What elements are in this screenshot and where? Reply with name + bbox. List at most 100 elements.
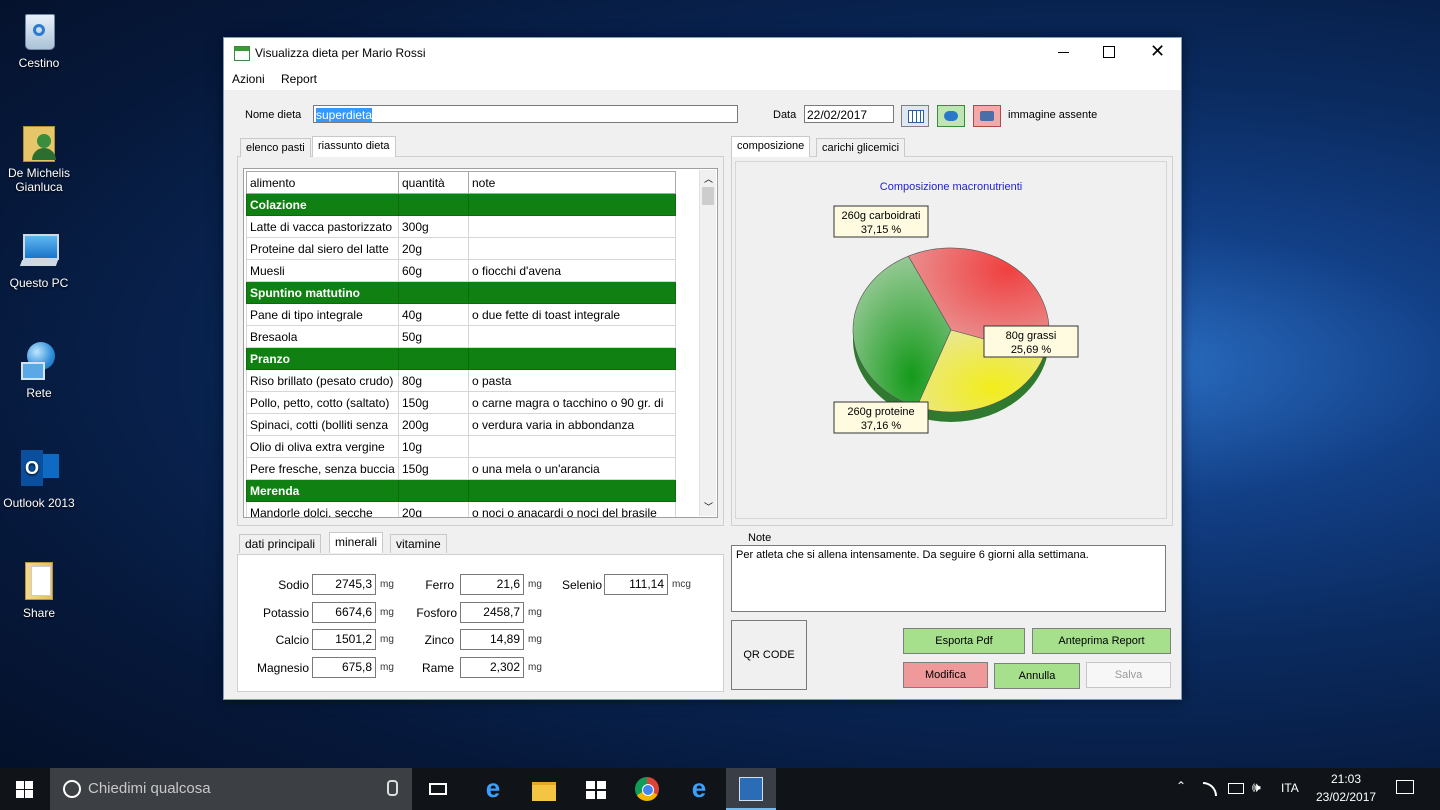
internet-explorer-icon[interactable]: e: [686, 775, 712, 802]
table-row[interactable]: Pere fresche, senza buccia 150g o una mela…: [246, 457, 676, 480]
wifi-icon[interactable]: [1203, 782, 1217, 796]
mineral-value-sodio[interactable]: 2745,3: [312, 574, 376, 595]
table-header-row: alimento quantità note: [246, 171, 676, 194]
desktop-icon-questo-pc[interactable]: Questo PC: [0, 230, 78, 290]
cell-alimento: Pranzo: [246, 347, 399, 370]
store-icon[interactable]: [583, 776, 609, 802]
mineral-value-zinco[interactable]: 14,89: [460, 629, 524, 650]
table-row[interactable]: Pane di tipo integrale 40g o due fette di …: [246, 303, 676, 326]
scroll-down-icon[interactable]: ﹀: [704, 500, 713, 513]
folder-icon: [19, 560, 59, 602]
mineral-label-magnesio: Magnesio: [256, 661, 309, 675]
desktop-icon-cestino[interactable]: Cestino: [0, 10, 78, 70]
table-row[interactable]: Pollo, petto, cotto (saltato) 150g o carne…: [246, 391, 676, 414]
cell-note: o verdura varia in abbondanza: [468, 413, 676, 436]
edge-icon[interactable]: e: [480, 775, 506, 802]
camera-icon: [980, 111, 994, 121]
scroll-up-icon[interactable]: ︿: [704, 172, 713, 185]
meal-group-row[interactable]: Merenda: [246, 479, 676, 502]
close-icon[interactable]: ✕: [1150, 42, 1165, 60]
salva-button[interactable]: Salva: [1086, 662, 1171, 688]
mineral-label-ferro: Ferro: [425, 578, 454, 592]
start-button[interactable]: [0, 768, 48, 810]
mineral-value-potassio[interactable]: 6674,6: [312, 602, 376, 623]
column-header-alimento[interactable]: alimento: [246, 171, 399, 194]
column-header-note[interactable]: note: [468, 171, 676, 194]
desktop-icon-user[interactable]: De Michelis Gianluca: [0, 120, 78, 194]
task-view-icon[interactable]: [427, 776, 453, 802]
tab-dati-principali[interactable]: dati principali: [239, 534, 322, 553]
taskbar-active-app[interactable]: [726, 768, 776, 810]
search-box[interactable]: Chiedimi qualcosa: [50, 768, 412, 810]
data-input[interactable]: 22/02/2017: [804, 105, 894, 123]
tab-minerali[interactable]: minerali: [329, 532, 384, 553]
desktop-icon-rete[interactable]: Rete: [0, 340, 78, 400]
language-indicator[interactable]: ITA: [1281, 781, 1299, 795]
chevron-up-icon[interactable]: ⌃: [1176, 779, 1186, 793]
meal-group-row[interactable]: Colazione: [246, 193, 676, 216]
note-textarea[interactable]: Per atleta che si allena intensamente. D…: [731, 545, 1166, 612]
tab-riassunto-dieta[interactable]: riassunto dieta: [312, 136, 396, 157]
menu-bar: Azioni Report: [224, 68, 1181, 90]
tab-composizione[interactable]: composizione: [731, 136, 811, 157]
file-explorer-icon[interactable]: [531, 776, 557, 802]
table-row[interactable]: Spinaci, cotti (bolliti senza 200g o verdu…: [246, 413, 676, 436]
mineral-label-zinco: Zinco: [424, 633, 454, 647]
cell-alimento: Muesli: [246, 259, 399, 282]
mineral-label-fosforo: Fosforo: [416, 606, 457, 620]
esporta-pdf-button[interactable]: Esporta Pdf: [903, 628, 1025, 654]
image-status: immagine assente: [1008, 109, 1098, 121]
cortana-icon: [63, 780, 81, 798]
volume-icon[interactable]: 🕪: [1252, 779, 1261, 796]
tab-carichi-glicemici[interactable]: carichi glicemici: [816, 138, 906, 157]
table-row[interactable]: Riso brillato (pesato crudo) 80g o pasta: [246, 369, 676, 392]
mineral-value-fosforo[interactable]: 2458,7: [460, 602, 524, 623]
modifica-button[interactable]: Modifica: [903, 662, 988, 688]
annulla-button[interactable]: Annulla: [994, 663, 1080, 689]
meal-group-row[interactable]: Spuntino mattutino: [246, 281, 676, 304]
desktop-icon-share[interactable]: Share: [0, 560, 78, 620]
chart-area: Composizione macronutrienti 260g carboid…: [735, 161, 1167, 519]
column-header-quantita[interactable]: quantità: [398, 171, 469, 194]
nome-dieta-input[interactable]: superdieta: [313, 105, 738, 123]
scroll-thumb[interactable]: [702, 187, 714, 205]
tab-elenco-pasti[interactable]: elenco pasti: [240, 138, 311, 157]
mineral-label-selenio: Selenio: [561, 578, 602, 592]
clock-date[interactable]: 23/02/2017: [1316, 790, 1376, 804]
menu-report[interactable]: Report: [281, 72, 317, 86]
chrome-icon[interactable]: [634, 776, 660, 802]
table-row[interactable]: Bresaola 50g: [246, 325, 676, 348]
upload-image-button[interactable]: [937, 105, 965, 127]
maximize-icon[interactable]: [1103, 46, 1115, 58]
diet-grid[interactable]: alimento quantità note Colazione Latte di…: [243, 168, 718, 518]
cell-quantita: [398, 193, 469, 216]
mineral-value-rame[interactable]: 2,302: [460, 657, 524, 678]
table-row[interactable]: Muesli 60g o fiocchi d'avena: [246, 259, 676, 282]
remove-image-button[interactable]: [973, 105, 1001, 127]
cell-quantita: 60g: [398, 259, 469, 282]
title-bar[interactable]: Visualizza dieta per Mario Rossi ✕: [224, 38, 1181, 68]
tab-vitamine[interactable]: vitamine: [390, 534, 447, 553]
menu-azioni[interactable]: Azioni: [232, 72, 265, 86]
mineral-value-selenio[interactable]: 111,14: [604, 574, 668, 595]
anteprima-report-button[interactable]: Anteprima Report: [1032, 628, 1171, 654]
slice-percent: 37,15 %: [861, 224, 902, 236]
microphone-icon[interactable]: [387, 780, 398, 796]
minimize-icon[interactable]: [1058, 52, 1069, 53]
mineral-value-magnesio[interactable]: 675,8: [312, 657, 376, 678]
clock-time[interactable]: 21:03: [1331, 772, 1361, 786]
table-row[interactable]: Mandorle dolci, secche 20g o noci o anacar…: [246, 501, 676, 517]
cell-note: o due fette di toast integrale: [468, 303, 676, 326]
desktop-icon-outlook[interactable]: O Outlook 2013: [0, 450, 78, 510]
table-row[interactable]: Proteine dal siero del latte 20g: [246, 237, 676, 260]
table-row[interactable]: Latte di vacca pastorizzato 300g: [246, 215, 676, 238]
mineral-value-calcio[interactable]: 1501,2: [312, 629, 376, 650]
mineral-value-ferro[interactable]: 21,6: [460, 574, 524, 595]
battery-icon[interactable]: [1228, 783, 1244, 794]
calendar-button[interactable]: [901, 105, 929, 127]
mineral-unit: mg: [528, 579, 542, 590]
grid-scrollbar[interactable]: ︿ ﹀: [699, 170, 716, 516]
table-row[interactable]: Olio di oliva extra vergine 10g: [246, 435, 676, 458]
meal-group-row[interactable]: Pranzo: [246, 347, 676, 370]
notification-icon[interactable]: [1396, 780, 1414, 794]
